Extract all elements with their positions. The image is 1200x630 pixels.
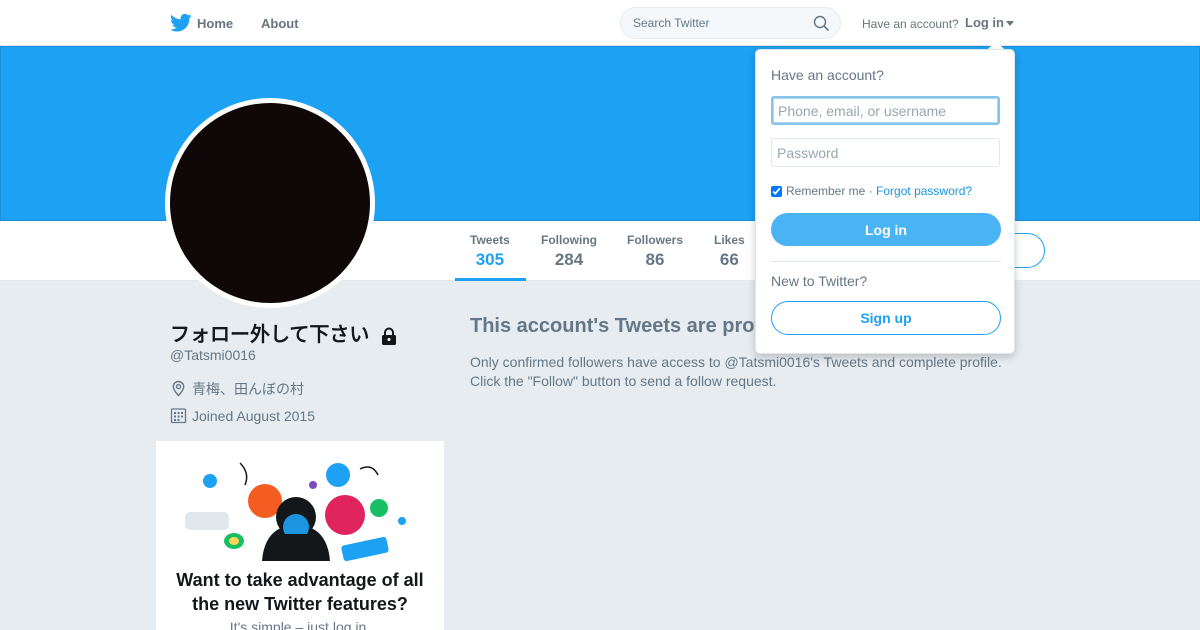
username-input[interactable]: [771, 96, 1000, 125]
password-input[interactable]: [771, 138, 1000, 167]
login-dropdown: Have an account? Remember me · Forgot pa…: [755, 49, 1015, 354]
signup-button[interactable]: Sign up: [771, 301, 1001, 335]
search-icon[interactable]: [813, 15, 830, 32]
profile-location-row: 青梅、田んぼの村: [170, 379, 304, 399]
profile-name: フォロー外して下さい: [170, 324, 370, 346]
protected-body: Only confirmed followers have access to …: [470, 354, 1002, 389]
promo-illustration: [185, 462, 406, 561]
forgot-password-link[interactable]: Forgot password?: [876, 184, 972, 198]
stat-tweets[interactable]: Tweets 305: [470, 233, 510, 270]
profile-joined-row: Joined August 2015: [170, 407, 315, 424]
stat-likes-label: Likes: [714, 233, 745, 247]
protected-title: This account's Tweets are protected.: [470, 315, 770, 337]
nav-home-link[interactable]: Home: [197, 16, 233, 31]
location-pin-icon: [172, 380, 185, 397]
login-dropdown-toggle[interactable]: Log in: [965, 15, 1014, 30]
nav-about-link[interactable]: About: [261, 16, 299, 31]
search-box[interactable]: Search Twitter: [620, 7, 841, 39]
search-input[interactable]: Search Twitter: [633, 16, 709, 30]
caret-down-icon[interactable]: [1006, 21, 1014, 27]
new-to-twitter-text: New to Twitter?: [771, 273, 868, 289]
stat-likes[interactable]: Likes 66: [714, 233, 745, 270]
login-toggle-label[interactable]: Log in: [965, 15, 1004, 30]
profile-name-row: フォロー外して下さい: [170, 318, 397, 347]
stat-tweets-value: 305: [475, 250, 505, 269]
stat-followers-label: Followers: [627, 233, 684, 247]
stat-followers[interactable]: Followers 86: [627, 233, 683, 270]
promo-subtitle: It's simple – just log in.: [229, 619, 371, 630]
active-tab-underline: [455, 278, 526, 281]
profile-joined: Joined August 2015: [192, 408, 315, 424]
dropdown-divider: [771, 261, 1001, 262]
remember-me-checkbox[interactable]: [771, 186, 782, 197]
promo-card: Want to take advantage of all the new Tw…: [156, 441, 444, 630]
calendar-icon: [170, 408, 187, 424]
stat-likes-value: 66: [719, 250, 739, 269]
stat-following-label: Following: [541, 233, 597, 247]
remember-separator: ·: [868, 184, 873, 198]
stat-following-value: 284: [554, 250, 584, 269]
avatar-image: [170, 103, 370, 303]
avatar[interactable]: [165, 98, 375, 308]
remember-me-label[interactable]: Remember me: [786, 184, 865, 198]
top-navigation-bar: Home About Search Twitter Have an accoun…: [0, 0, 1200, 46]
stat-following[interactable]: Following 284: [541, 233, 597, 270]
twitter-bird-icon[interactable]: [170, 13, 192, 33]
login-button[interactable]: Log in: [771, 213, 1001, 246]
lock-icon: [381, 327, 396, 345]
profile-handle[interactable]: @Tatsmi0016: [170, 347, 256, 363]
stat-followers-value: 86: [645, 250, 665, 269]
remember-row: Remember me · Forgot password?: [771, 184, 972, 198]
profile-location: 青梅、田んぼの村: [192, 381, 304, 397]
stat-tweets-label: Tweets: [470, 233, 510, 247]
promo-title: Want to take advantage of all the new Tw…: [176, 570, 424, 614]
dropdown-heading: Have an account?: [771, 67, 884, 83]
have-account-text: Have an account?: [862, 17, 959, 31]
